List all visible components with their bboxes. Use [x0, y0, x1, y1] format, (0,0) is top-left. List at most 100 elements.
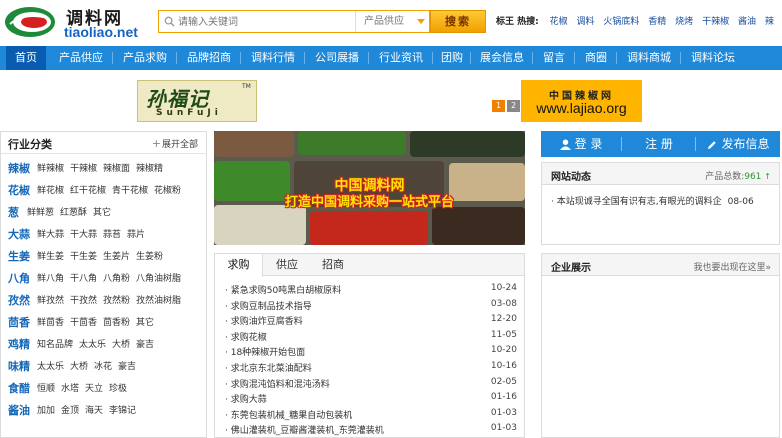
nav-item-groupbuy[interactable]: 团购	[434, 46, 470, 70]
category-subitem-link[interactable]: 干生姜	[70, 252, 97, 262]
category-subitem-link[interactable]: 鲜大蒜	[37, 230, 64, 240]
category-name-link[interactable]: 鸡精	[8, 336, 30, 352]
category-name-link[interactable]: 孜然	[8, 292, 30, 308]
category-subitem-link[interactable]: 其它	[136, 318, 154, 328]
list-item[interactable]: · 求购油炸豆腐香料 12-20	[225, 313, 517, 328]
tab-merchant[interactable]: 招商	[311, 254, 355, 276]
nav-item-forum[interactable]: 调料论坛	[682, 46, 744, 70]
category-name-link[interactable]: 花椒	[8, 182, 30, 198]
list-item[interactable]: · 求购混沌馅料和混沌汤料 02-05	[225, 376, 517, 391]
list-item[interactable]: · 东莞包装机械_糖果自动包装机 01-03	[225, 407, 517, 422]
category-subitem-link[interactable]: 太太乐	[79, 340, 106, 350]
list-item[interactable]: · 18种辣椒开始包面 10-20	[225, 344, 517, 359]
nav-item-mall[interactable]: 调料商城	[618, 46, 680, 70]
category-name-link[interactable]: 大蒜	[8, 226, 30, 242]
category-subitem-link[interactable]: 辣椒面	[103, 164, 130, 174]
category-subitem-link[interactable]: 生姜粉	[136, 252, 163, 262]
nav-item-news[interactable]: 行业资讯	[370, 46, 432, 70]
hot-word-link[interactable]: 辣	[765, 17, 774, 27]
nav-item-market[interactable]: 调料行情	[242, 46, 304, 70]
category-subitem-link[interactable]: 恒顺	[37, 384, 55, 394]
hot-word-link[interactable]: 干辣椒	[702, 17, 729, 27]
hot-word-link[interactable]: 烧烤	[675, 17, 693, 27]
list-item[interactable]: · 佛山灌装机_豆瓣酱灌装机_东莞灌装机 01-03	[225, 422, 517, 437]
category-subitem-link[interactable]: 干大蒜	[70, 230, 97, 240]
nav-item-supply[interactable]: 产品供应	[50, 46, 112, 70]
category-subitem-link[interactable]: 鲜鲜葱	[27, 208, 54, 218]
nav-item-purchase[interactable]: 产品求购	[114, 46, 176, 70]
site-logo[interactable]: 调料网 tiaoliao.net	[4, 4, 144, 40]
category-subitem-link[interactable]: 蒜片	[127, 230, 145, 240]
category-subitem-link[interactable]: 水塔	[61, 384, 79, 394]
search-input[interactable]	[178, 14, 348, 30]
category-subitem-link[interactable]: 红干花椒	[70, 186, 106, 196]
category-subitem-link[interactable]: 大桥	[112, 340, 130, 350]
list-item[interactable]: · 求购大蒜 01-16	[225, 391, 517, 406]
category-subitem-link[interactable]: 其它	[93, 208, 111, 218]
list-item[interactable]: · 紧急求购50吨黑白胡椒原料 10-24	[225, 282, 517, 297]
login-button[interactable]: 登 录	[541, 131, 621, 157]
news-item[interactable]: · 本站现诚寻全国有识有志,有眼光的调料企 08-06	[551, 194, 754, 207]
nav-item-message[interactable]: 留言	[534, 46, 574, 70]
hot-word-link[interactable]: 香精	[648, 17, 666, 27]
list-item[interactable]: · 求购豆制品技术指导 03-08	[225, 298, 517, 313]
category-subitem-link[interactable]: 花椒粉	[154, 186, 181, 196]
category-subitem-link[interactable]: 知名品牌	[37, 340, 73, 350]
category-subitem-link[interactable]: 孜然粉	[103, 296, 130, 306]
category-name-link[interactable]: 酱油	[8, 402, 30, 418]
category-subitem-link[interactable]: 蒜苔	[103, 230, 121, 240]
category-subitem-link[interactable]: 八角油树脂	[136, 274, 181, 284]
category-subitem-link[interactable]: 八角粉	[103, 274, 130, 284]
category-subitem-link[interactable]: 干茴香	[70, 318, 97, 328]
promo-slideshow[interactable]: 中国调料网 打造中国调料采购一站式平台	[214, 131, 525, 245]
category-subitem-link[interactable]: 生姜片	[103, 252, 130, 262]
category-subitem-link[interactable]: 豪吉	[136, 340, 154, 350]
banner-lajiao[interactable]: 中国辣椒网 www.lajiao.org	[521, 80, 642, 122]
category-subitem-link[interactable]: 干辣椒	[70, 164, 97, 174]
nav-item-brand[interactable]: 品牌招商	[178, 46, 240, 70]
category-subitem-link[interactable]: 红葱酥	[60, 208, 87, 218]
category-subitem-link[interactable]: 干孜然	[70, 296, 97, 306]
category-subitem-link[interactable]: 金顶	[61, 406, 79, 416]
register-button[interactable]: 注 册	[623, 131, 695, 157]
search-button[interactable]: 搜索	[430, 10, 486, 33]
expand-all-link[interactable]: +展开全部	[152, 137, 198, 150]
category-subitem-link[interactable]: 加加	[37, 406, 55, 416]
category-name-link[interactable]: 生姜	[8, 248, 30, 264]
hot-word-link[interactable]: 调料	[577, 17, 595, 27]
category-name-link[interactable]: 食醋	[8, 380, 30, 396]
list-item[interactable]: · 求购花椒 11-05	[225, 329, 517, 344]
category-subitem-link[interactable]: 鲜辣椒	[37, 164, 64, 174]
category-subitem-link[interactable]: 孜然油树脂	[136, 296, 181, 306]
banner-sunfuji[interactable]: 孙福记 TM SunFuJi	[137, 80, 257, 122]
nav-item-company[interactable]: 公司展播	[306, 46, 368, 70]
list-item[interactable]: · 求北京东北菜油配料 10-16	[225, 360, 517, 375]
category-subitem-link[interactable]: 李锦记	[109, 406, 136, 416]
category-subitem-link[interactable]: 太太乐	[37, 362, 64, 372]
tab-supply[interactable]: 供应	[265, 254, 309, 276]
category-subitem-link[interactable]: 大桥	[70, 362, 88, 372]
category-subitem-link[interactable]: 鲜八角	[37, 274, 64, 284]
category-subitem-link[interactable]: 鲜茴香	[37, 318, 64, 328]
nav-item-circle[interactable]: 商圈	[576, 46, 616, 70]
category-subitem-link[interactable]: 青干花椒	[112, 186, 148, 196]
category-subitem-link[interactable]: 豪吉	[118, 362, 136, 372]
hot-word-link[interactable]: 酱油	[738, 17, 756, 27]
slide-dot-1[interactable]: 1	[492, 100, 505, 112]
category-subitem-link[interactable]: 茴香粉	[103, 318, 130, 328]
category-name-link[interactable]: 味精	[8, 358, 30, 374]
search-type-select[interactable]: 产品供应	[355, 11, 431, 32]
nav-item-exhibition[interactable]: 展会信息	[472, 46, 532, 70]
category-name-link[interactable]: 茴香	[8, 314, 30, 330]
category-subitem-link[interactable]: 干八角	[70, 274, 97, 284]
nav-item-home[interactable]: 首页	[6, 46, 46, 70]
category-subitem-link[interactable]: 辣椒精	[136, 164, 163, 174]
tab-purchase[interactable]: 求购	[215, 254, 263, 277]
category-name-link[interactable]: 八角	[8, 270, 30, 286]
category-subitem-link[interactable]: 鲜生姜	[37, 252, 64, 262]
showcase-join-link[interactable]: 我也要出现在这里»	[693, 260, 771, 273]
slide-dot-2[interactable]: 2	[507, 100, 520, 112]
category-subitem-link[interactable]: 海天	[85, 406, 103, 416]
category-subitem-link[interactable]: 冰花	[94, 362, 112, 372]
category-subitem-link[interactable]: 鲜花椒	[37, 186, 64, 196]
